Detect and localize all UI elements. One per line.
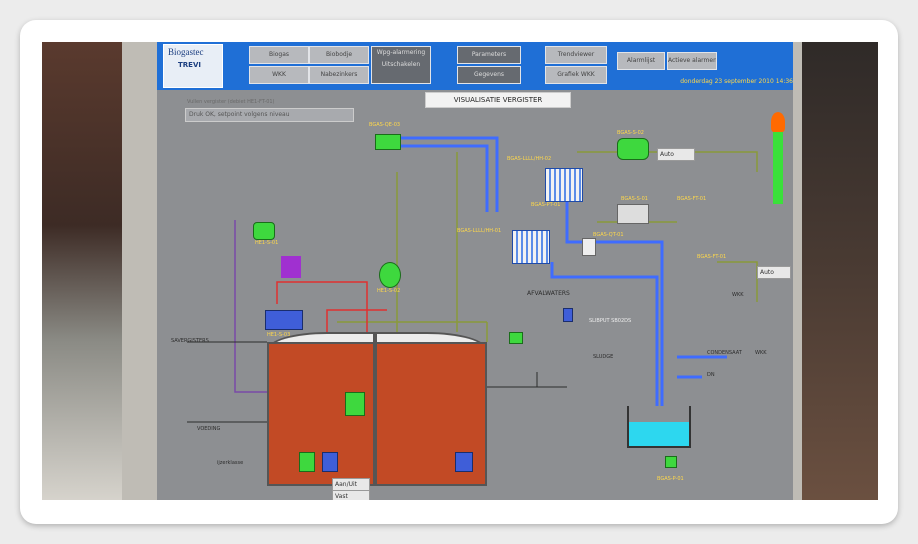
label-he1-s01: HE1-S-01 bbox=[255, 240, 279, 246]
gas-flare bbox=[773, 132, 783, 204]
auto-select-1[interactable]: Auto bbox=[657, 148, 695, 161]
label-he1-s02: HE1-S-02 bbox=[377, 288, 401, 294]
label-bgas-ft-2: BGAS-FT-01 bbox=[697, 254, 727, 260]
background-right bbox=[794, 42, 878, 500]
blower-bgas-s02[interactable] bbox=[617, 138, 649, 160]
afval-pump[interactable] bbox=[509, 332, 523, 344]
label-bgas-p01: BGAS-P-01 bbox=[657, 476, 684, 482]
gas-vessel-1[interactable] bbox=[545, 168, 583, 202]
photo: Biogastec TREVI Biogas Biobodje WKK Nabe… bbox=[42, 42, 878, 500]
pump-he1-s01[interactable] bbox=[253, 222, 275, 240]
condensate-tank bbox=[627, 406, 691, 448]
gas-vessel-2[interactable] bbox=[512, 230, 550, 264]
gas-quality-meter bbox=[582, 238, 596, 256]
label-bgas-llll-1: BGAS-LLLL/HH-02 bbox=[507, 156, 552, 162]
mixer-he1-s02[interactable] bbox=[379, 262, 401, 288]
label-dn: DN bbox=[707, 372, 715, 378]
flare-flame bbox=[771, 112, 785, 132]
label-sludge: SLUDGE bbox=[593, 354, 614, 360]
label-ijzerklasse: ijzerklasse bbox=[217, 460, 244, 466]
feed-pump[interactable] bbox=[265, 310, 303, 330]
dosing-tank[interactable] bbox=[281, 256, 301, 278]
auto-select-2[interactable]: Auto bbox=[757, 266, 791, 279]
label-bgas-pt: BGAS-PT-01 bbox=[531, 202, 561, 208]
label-condensaat: CONDENSAAT bbox=[707, 350, 742, 356]
label-bgas-llll-2: BGAS-LLLL/HH-01 bbox=[457, 228, 502, 234]
label-bgas-qt: BGAS-QT-01 bbox=[593, 232, 624, 238]
label-wkk-2: WKK bbox=[732, 292, 744, 298]
heater-right[interactable] bbox=[455, 452, 473, 472]
monitor-screen: Biogastec TREVI Biogas Biobodje WKK Nabe… bbox=[157, 42, 793, 500]
sludge-valve[interactable] bbox=[563, 308, 573, 322]
heater-left[interactable] bbox=[322, 452, 338, 472]
gas-analyser[interactable] bbox=[375, 134, 401, 150]
condensate-pump[interactable] bbox=[665, 456, 677, 468]
label-voeding: VOEDING bbox=[197, 426, 221, 432]
mixer-left[interactable] bbox=[299, 452, 315, 472]
label-wkk-1: WKK bbox=[755, 350, 767, 356]
label-bgas-s02: BGAS-S-02 bbox=[617, 130, 644, 136]
mixer-he1-s03[interactable] bbox=[345, 392, 365, 416]
label-slibbuffer: SLIBPUT SB02DS bbox=[589, 318, 632, 324]
label-bgas-qe: BGAS-QE-03 bbox=[369, 122, 401, 128]
label-bgas-ft: BGAS-FT-01 bbox=[677, 196, 707, 202]
label-he1-s03: HE1-S-03 bbox=[267, 332, 291, 338]
blower-bgas-s01[interactable] bbox=[617, 204, 649, 224]
gas-pipe-1 bbox=[387, 136, 499, 212]
gas-pipe-2 bbox=[397, 144, 489, 212]
fixed-select[interactable]: Vast bbox=[332, 490, 370, 500]
digester-divider bbox=[373, 332, 377, 484]
label-bgas-s01: BGAS-S-01 bbox=[621, 196, 648, 202]
label-afvalwater: AFVALWATERS bbox=[527, 290, 570, 297]
label-savergisters: SAVERGISTERS bbox=[171, 338, 209, 344]
gas-pipe-3 bbox=[550, 262, 659, 412]
